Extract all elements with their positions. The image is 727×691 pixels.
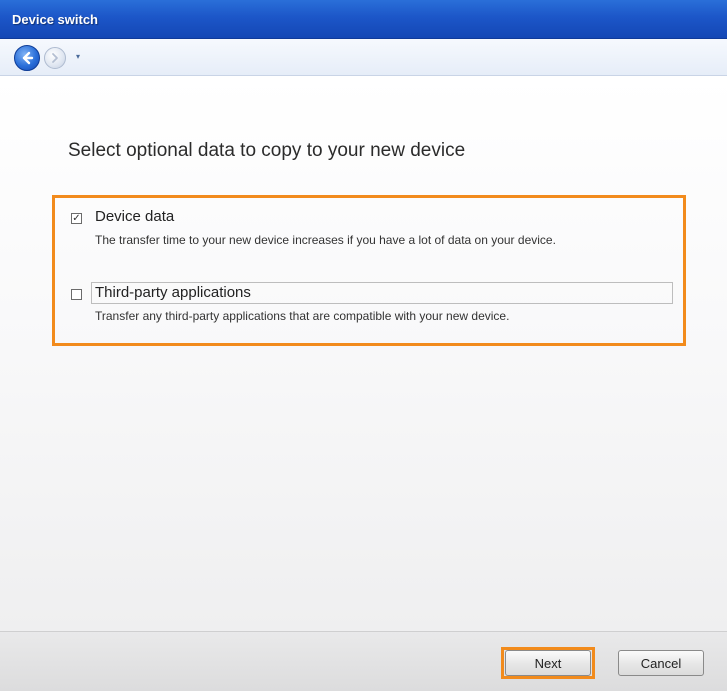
content-area: Select optional data to copy to your new…: [0, 76, 727, 631]
forward-arrow-icon: [52, 53, 58, 63]
cancel-button[interactable]: Cancel: [618, 650, 704, 676]
third-party-applications-description: Transfer any third-party applications th…: [95, 309, 510, 323]
third-party-applications-checkbox[interactable]: [71, 289, 82, 300]
window-title: Device switch: [12, 12, 98, 27]
title-bar: Device switch: [0, 0, 727, 39]
device-switch-window: Device switch ▾ Select optional data to …: [0, 0, 727, 691]
chevron-down-icon: ▾: [75, 52, 80, 61]
forward-button[interactable]: [44, 47, 66, 69]
device-data-description: The transfer time to your new device inc…: [95, 233, 556, 247]
back-button[interactable]: [14, 45, 40, 71]
next-button[interactable]: Next: [505, 650, 591, 676]
third-party-applications-label: Third-party applications: [95, 284, 251, 301]
navigation-bar: ▾: [0, 39, 727, 76]
history-dropdown[interactable]: ▾: [72, 51, 84, 63]
footer-bar: Next Cancel: [0, 631, 727, 691]
page-heading: Select optional data to copy to your new…: [68, 140, 466, 161]
device-data-label: Device data: [95, 208, 175, 225]
options-group: ✓ Device data The transfer time to your …: [52, 195, 686, 346]
device-data-checkbox[interactable]: ✓: [71, 213, 82, 224]
back-arrow-icon: [22, 51, 34, 65]
